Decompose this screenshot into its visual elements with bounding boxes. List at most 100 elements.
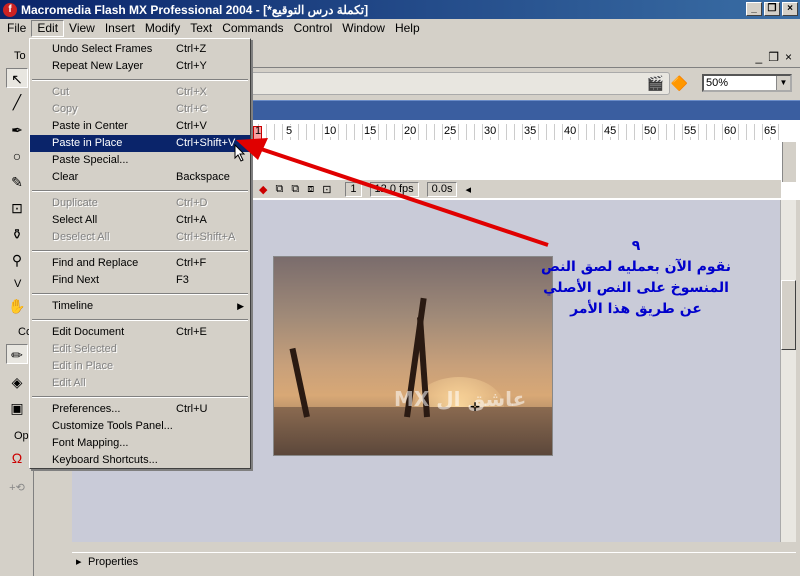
menu-item-label: Edit All	[52, 377, 86, 389]
menu-item-shortcut: Ctrl+V	[176, 120, 207, 132]
free-transform-tool-icon[interactable]: ⊡	[6, 198, 28, 218]
menu-help[interactable]: Help	[390, 20, 425, 37]
oval-tool-icon[interactable]: ○	[6, 146, 28, 166]
menu-edit-document[interactable]: Edit Document Ctrl+E	[30, 324, 250, 341]
menu-customize-tools-panel[interactable]: Customize Tools Panel...	[30, 418, 250, 435]
menu-deselect-all: Deselect All Ctrl+Shift+A	[30, 229, 250, 246]
edit-multiple-frames-icon[interactable]: ⧈	[307, 183, 314, 196]
menu-paste-special[interactable]: Paste Special...	[30, 152, 250, 169]
hand-tool-icon[interactable]: ✋	[6, 296, 28, 316]
title-bar: f Macromedia Flash MX Professional 2004 …	[0, 0, 800, 19]
menu-separator	[30, 246, 250, 255]
pencil-tool-icon[interactable]: ✎	[6, 172, 28, 192]
selection-tool-icon[interactable]: ↖	[6, 68, 28, 88]
menu-control[interactable]: Control	[289, 20, 338, 37]
menu-separator	[30, 315, 250, 324]
stage-image[interactable]: MX عاشق ال	[273, 256, 553, 456]
menu-view[interactable]: View	[64, 20, 100, 37]
menu-item-shortcut: Ctrl+C	[176, 103, 208, 115]
menu-select-all[interactable]: Select All Ctrl+A	[30, 212, 250, 229]
menu-find-next[interactable]: Find Next F3	[30, 272, 250, 289]
menu-separator	[30, 75, 250, 84]
menu-keyboard-shortcuts[interactable]: Keyboard Shortcuts...	[30, 452, 250, 469]
menu-paste-in-place[interactable]: Paste in Place Ctrl+Shift+V	[30, 135, 250, 152]
menu-find-and-replace[interactable]: Find and Replace Ctrl+F	[30, 255, 250, 272]
frame-number: 25	[443, 125, 458, 137]
tutorial-annotation: ٩ نقوم الآن بعمليه لصق النص المنسوخ على …	[520, 236, 752, 320]
menu-item-label: Customize Tools Panel...	[52, 420, 173, 432]
menu-item-label: Find Next	[52, 274, 100, 286]
chevron-down-icon[interactable]: ▼	[776, 76, 790, 90]
menu-item-shortcut: F3	[176, 274, 189, 286]
menu-edit-in-place: Edit in Place	[30, 358, 250, 375]
menu-item-shortcut: Ctrl+U	[176, 403, 208, 415]
menu-undo-select-frames[interactable]: Undo Select Frames Ctrl+Z	[30, 41, 250, 58]
timeline-vscroll[interactable]	[782, 142, 796, 182]
doc-restore-icon[interactable]: ❐	[768, 50, 779, 64]
stroke-color-icon[interactable]: ✏	[6, 344, 28, 364]
frame-number: 5	[285, 125, 294, 137]
menu-modify[interactable]: Modify	[140, 20, 185, 37]
onion-skin-icon[interactable]: ⧉	[275, 183, 283, 196]
menu-preferences[interactable]: Preferences... Ctrl+U	[30, 401, 250, 418]
menu-item-shortcut: Ctrl+E	[176, 326, 207, 338]
doc-close-icon[interactable]: ×	[785, 50, 792, 64]
menu-separator	[30, 289, 250, 298]
stage-hscroll[interactable]	[72, 542, 796, 550]
options-section-label: Op	[14, 430, 29, 442]
menu-file[interactable]: File	[2, 20, 31, 37]
restore-button[interactable]: ❐	[764, 2, 780, 16]
frame-number: 1	[255, 125, 262, 137]
menu-timeline[interactable]: Timeline ▶	[30, 298, 250, 315]
tools-title: To	[14, 50, 26, 62]
menu-font-mapping[interactable]: Font Mapping...	[30, 435, 250, 452]
menu-item-label: Keyboard Shortcuts...	[52, 454, 158, 466]
ink-bottle-tool-icon[interactable]: ⚱	[6, 224, 28, 244]
properties-panel-bar[interactable]: Properties	[72, 552, 796, 572]
menu-repeat-new-layer[interactable]: Repeat New Layer Ctrl+Y	[30, 58, 250, 75]
swap-colors-icon[interactable]: ▣	[6, 398, 28, 418]
menu-item-label: Find and Replace	[52, 257, 139, 269]
menu-insert[interactable]: Insert	[100, 20, 140, 37]
scene-breadcrumb-field[interactable]	[250, 72, 670, 95]
snap-magnet-icon[interactable]: Ω	[6, 448, 28, 468]
menu-clear[interactable]: Clear Backspace	[30, 169, 250, 186]
stage-vscroll[interactable]	[780, 200, 796, 542]
frame-ruler[interactable]: 1 5 10 15 20 25 30 35 40 45 50 55 60 65	[251, 124, 781, 146]
menu-item-label: Clear	[52, 171, 79, 183]
menu-paste-in-center[interactable]: Paste in Center Ctrl+V	[30, 118, 250, 135]
edit-symbols-icon[interactable]: 🔶	[671, 75, 688, 92]
smooth-straighten-icon[interactable]: +⟲	[6, 478, 28, 498]
frame-number: 40	[563, 125, 578, 137]
eyedropper-tool-icon[interactable]: ⚲	[6, 250, 28, 270]
window-title: Macromedia Flash MX Professional 2004 - …	[21, 2, 369, 17]
menu-item-shortcut: Backspace	[176, 171, 230, 183]
document-window-controls: _ ❐ ×	[756, 50, 792, 64]
menu-item-shortcut: Ctrl+Shift+V	[176, 137, 236, 149]
menu-commands[interactable]: Commands	[217, 20, 288, 37]
stage-watermark: MX عاشق ال	[394, 387, 527, 411]
elapsed-time: 0.0s	[426, 181, 458, 197]
zoom-select[interactable]: 50% ▼	[702, 74, 792, 92]
menu-text[interactable]: Text	[185, 20, 217, 37]
flash-app-icon[interactable]: f	[3, 2, 17, 17]
line-tool-icon[interactable]: ╱	[6, 92, 28, 112]
scroll-thumb[interactable]	[781, 280, 796, 350]
menu-item-shortcut: Ctrl+Shift+A	[176, 231, 236, 243]
menu-edit[interactable]: Edit	[31, 20, 65, 37]
fill-color-icon[interactable]: ◈	[6, 372, 28, 392]
menu-item-label: Repeat New Layer	[52, 60, 144, 72]
scroll-left-icon[interactable]: ◂	[465, 183, 471, 196]
onion-outline-icon[interactable]: ⧉	[291, 183, 299, 196]
pen-tool-icon[interactable]: ✒	[6, 120, 28, 140]
center-frame-icon[interactable]: ◆	[259, 183, 267, 196]
onion-markers-icon[interactable]: ⊡	[322, 183, 331, 196]
menu-item-label: Edit Document	[52, 326, 125, 338]
minimize-button[interactable]: _	[746, 2, 762, 16]
doc-minimize-icon[interactable]: _	[756, 50, 763, 64]
edit-scene-icon[interactable]: 🎬	[647, 75, 664, 92]
close-button[interactable]: ×	[782, 2, 798, 16]
menu-window[interactable]: Window	[337, 20, 390, 37]
menu-item-label: Paste Special...	[52, 154, 129, 166]
current-frame: 1	[345, 181, 362, 197]
